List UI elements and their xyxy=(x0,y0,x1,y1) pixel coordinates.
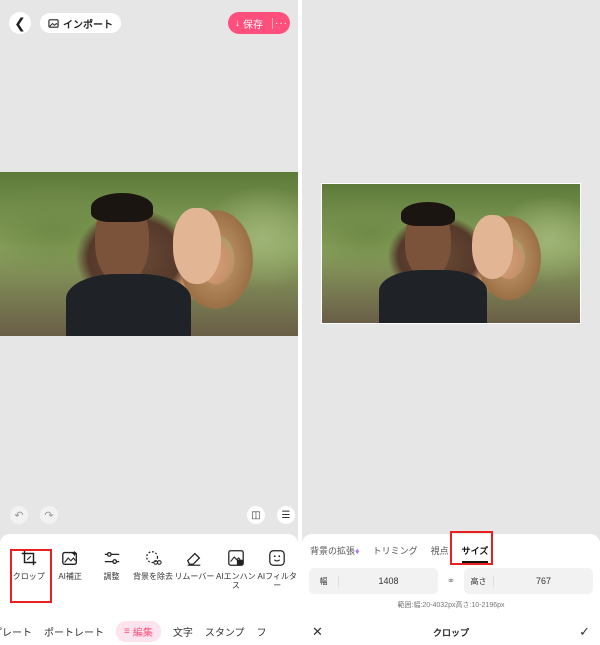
download-icon: ↓ xyxy=(235,17,240,29)
back-button[interactable]: ❮ xyxy=(9,12,31,34)
adjust-icon xyxy=(104,551,119,565)
tool-remove-bg[interactable]: 背景を除去 xyxy=(132,548,173,608)
save-label: 保存 xyxy=(243,19,263,31)
undo-icon: ↶ xyxy=(14,509,24,522)
layers-icon: ☰ xyxy=(281,509,291,521)
height-field[interactable]: 高さ 767 xyxy=(464,568,593,594)
photo-detail xyxy=(400,201,455,279)
tab-template[interactable]: プレート xyxy=(0,624,32,639)
photo-detail xyxy=(65,273,191,336)
tab-more[interactable]: フ xyxy=(257,624,267,639)
tool-adjust[interactable]: 調整 xyxy=(91,548,132,608)
size-fields: 幅 1408 ⚭ 高さ 767 xyxy=(309,568,593,594)
sliders-icon: ≡ xyxy=(124,625,130,637)
tool-label: 調整 xyxy=(103,572,120,581)
tool-label: AI補正 xyxy=(58,572,82,581)
footer-title: クロップ xyxy=(432,627,469,638)
import-button[interactable]: インポート xyxy=(40,13,121,33)
photo-canvas[interactable] xyxy=(0,172,298,336)
close-icon[interactable]: ✕ xyxy=(312,624,323,640)
tool-remover[interactable]: リムーバー xyxy=(174,548,215,608)
save-button-group: ↓ 保存 ··· xyxy=(228,12,290,34)
tab-sticker[interactable]: スタンプ xyxy=(205,624,245,639)
bottom-tab-bar: プレート ポートレート ≡編集 文字 スタンプ フ xyxy=(0,620,290,642)
tool-ai-filter[interactable]: AIフィルター xyxy=(257,548,298,608)
width-label: 幅 xyxy=(309,575,339,587)
image-icon xyxy=(48,18,59,28)
chevron-left-icon: ❮ xyxy=(14,14,26,31)
ai-enhance-image-icon xyxy=(227,550,244,566)
compare-icon: ◫ xyxy=(251,509,261,521)
tab-edit[interactable]: ≡ 編集 xyxy=(116,620,161,642)
redo-icon: ↷ xyxy=(44,509,54,522)
height-label: 高さ xyxy=(464,575,494,587)
tool-label: 背景を除去 xyxy=(132,572,173,581)
eraser-icon xyxy=(187,552,201,566)
save-button[interactable]: ↓ 保存 xyxy=(228,16,272,31)
width-value[interactable]: 1408 xyxy=(339,576,438,586)
tab-edit-label: 編集 xyxy=(132,627,153,639)
check-icon[interactable]: ✓ xyxy=(579,624,590,640)
redo-button[interactable]: ↷ xyxy=(40,506,58,524)
more-options-button[interactable]: ··· xyxy=(272,17,290,29)
tab-portrait[interactable]: ポートレート xyxy=(44,624,104,639)
diamond-icon: ♦ xyxy=(355,546,360,556)
tab-perspective[interactable]: 視点 xyxy=(431,544,449,557)
tab-expand-bg[interactable]: 背景の拡張♦ xyxy=(310,544,360,557)
photo-canvas[interactable] xyxy=(321,183,581,324)
tab-label: 背景の拡張 xyxy=(310,546,356,556)
ai-enhance-icon xyxy=(62,550,78,565)
compare-button[interactable]: ◫ xyxy=(247,506,265,524)
ai-filter-icon xyxy=(269,550,286,566)
tab-trimming[interactable]: トリミング xyxy=(373,544,418,557)
tool-label: リムーバー xyxy=(174,572,215,581)
import-label: インポート xyxy=(63,19,113,31)
tool-label: AIフィルター xyxy=(257,572,297,591)
tool-ai-correct[interactable]: AI補正 xyxy=(49,548,90,608)
remove-bg-icon xyxy=(146,551,162,565)
photo-detail xyxy=(471,214,513,279)
crop-tool-highlight xyxy=(10,549,52,603)
height-value[interactable]: 767 xyxy=(494,576,593,586)
link-icon[interactable]: ⚭ xyxy=(444,576,458,587)
photo-detail xyxy=(91,193,154,284)
layers-button[interactable]: ☰ xyxy=(277,506,295,524)
size-tab-highlight xyxy=(450,531,493,565)
photo-detail xyxy=(172,208,221,284)
crop-footer: ✕ クロップ ✓ xyxy=(302,622,600,642)
size-range-text: 範囲:幅:20-4032px高さ:10-2196px xyxy=(397,602,505,609)
undo-button[interactable]: ↶ xyxy=(10,506,28,524)
width-field[interactable]: 幅 1408 xyxy=(309,568,438,594)
tool-label: AIエンハンス xyxy=(216,572,256,591)
photo-detail xyxy=(378,270,488,323)
tool-ai-enhance[interactable]: AIエンハンス xyxy=(215,548,256,608)
tab-text[interactable]: 文字 xyxy=(173,624,193,639)
